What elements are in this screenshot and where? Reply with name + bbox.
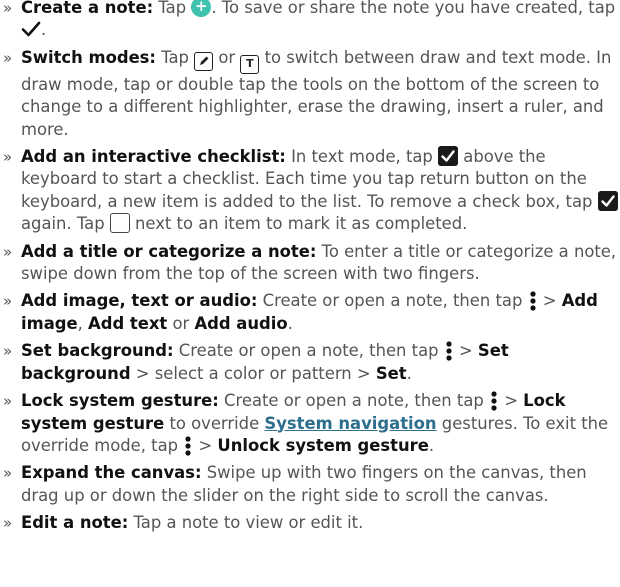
pencil-box-icon — [194, 51, 214, 71]
checkmark-icon — [21, 22, 41, 37]
empty-checkbox-icon — [109, 213, 130, 234]
item-heading: Set background: — [21, 341, 174, 361]
list-item-switch-modes: » Switch modes: Tap or T to switch betwe… — [3, 47, 612, 139]
list-item-lock-gesture: » Lock system gesture: Create or open a … — [3, 391, 609, 456]
list-item-expand-canvas: » Expand the canvas: Swipe up with two f… — [3, 463, 587, 505]
list-item-title-categorize: » Add a title or categorize a note: To e… — [3, 241, 617, 284]
bullet: » — [3, 342, 13, 361]
item-heading: Lock system gesture: — [21, 391, 219, 411]
list-item-set-background: » Set background: Create or open a note,… — [3, 341, 509, 383]
filled-checkbox-icon — [438, 146, 459, 167]
more-vert-icon — [185, 436, 191, 456]
item-heading: Add an interactive checklist: — [21, 147, 286, 167]
plus-circle-icon — [191, 0, 212, 17]
item-heading: Add a title or categorize a note: — [21, 241, 317, 261]
list-item-edit-note: » Edit a note: Tap a note to view or edi… — [0, 512, 620, 534]
list-item-create-note: » Create a note: Tap . To save or share … — [0, 0, 620, 42]
item-heading: Edit a note: — [21, 513, 129, 533]
item-heading: Switch modes: — [21, 47, 156, 67]
more-vert-icon — [491, 391, 497, 411]
bullet: » — [3, 242, 13, 261]
item-heading: Add image, text or audio: — [21, 291, 258, 311]
bullet: » — [3, 392, 13, 411]
filled-checkbox-icon — [597, 190, 618, 211]
system-navigation-link[interactable]: System navigation — [264, 414, 436, 433]
bullet: » — [3, 0, 13, 17]
list-item-add-media: » Add image, text or audio: Create or op… — [3, 291, 598, 333]
bullet: » — [3, 292, 13, 311]
item-heading: Expand the canvas: — [21, 463, 202, 483]
bullet: » — [3, 514, 13, 533]
bullet: » — [3, 48, 13, 67]
list-item-checklist: » Add an interactive checklist: In text … — [0, 146, 620, 236]
more-vert-icon — [529, 291, 536, 312]
bullet: » — [3, 148, 13, 167]
instruction-list: » Create a note: Tap . To save or share … — [0, 0, 620, 535]
item-heading: Create a note: — [21, 0, 154, 17]
bullet: » — [3, 464, 13, 483]
more-vert-icon — [446, 341, 452, 361]
text-mode-icon: T — [240, 54, 260, 74]
